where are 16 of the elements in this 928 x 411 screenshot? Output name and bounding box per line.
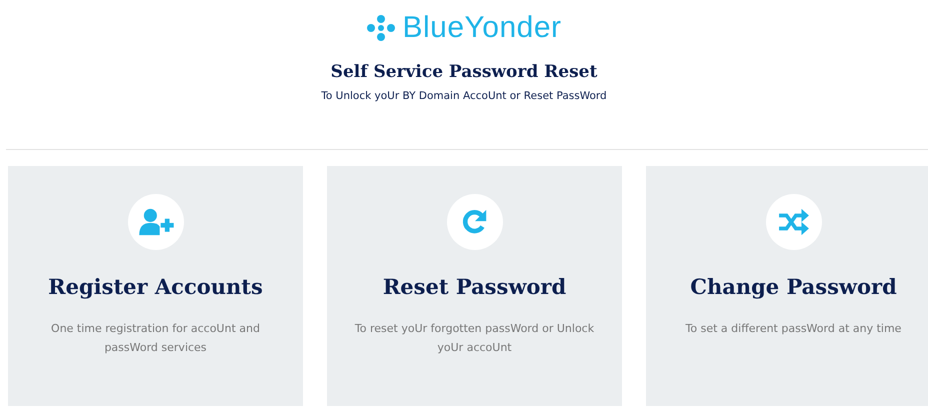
card-description: One time registration for accoUnt and passWord services — [50, 321, 261, 356]
option-card[interactable]: Change Password To set a different passWord at any time — [646, 166, 928, 406]
page-title: Self Service Password Reset — [330, 62, 598, 82]
refresh-icon — [460, 208, 488, 236]
card-title: Register Accounts — [48, 274, 263, 299]
card-title: Reset Password — [382, 274, 566, 299]
shuffle-icon — [778, 208, 810, 236]
page-subtitle: To Unlock yoUr BY Domain AccoUnt or Reset PassWord — [321, 90, 607, 102]
option-card[interactable]: Register Accounts One time registration for accoUnt and passWord services — [8, 166, 303, 406]
card-title: Change Password — [690, 274, 897, 299]
card-description: To set a different passWord at any time — [684, 321, 902, 337]
option-card[interactable]: Reset Password To reset yoUr forgotten passWord or Unlock yoUr accoUnt — [327, 166, 622, 406]
add-user-icon — [136, 208, 174, 236]
card-description: To reset yoUr forgotten passWord or Unlock yoUr accoUnt — [354, 321, 596, 356]
logo-text: BlueYonder — [402, 11, 562, 45]
logo-dots-icon — [366, 13, 396, 43]
